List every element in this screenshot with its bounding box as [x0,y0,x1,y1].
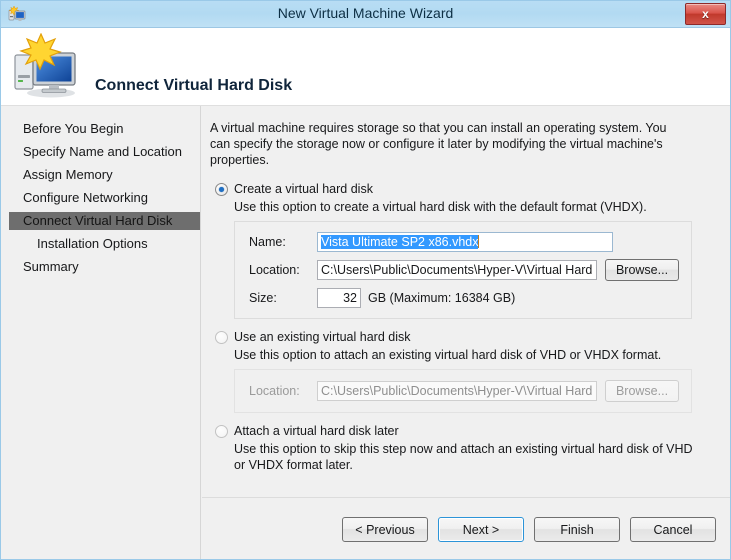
new-virtual-machine-wizard-window: New Virtual Machine Wizard x Connect Vir… [0,0,731,560]
wizard-header: Connect Virtual Hard Disk [1,28,730,106]
wizard-footer: < Previous Next > Finish Cancel [202,499,730,559]
existing-location-label: Location: [249,384,300,398]
option-attach-later-label[interactable]: Attach a virtual hard disk later [234,423,399,439]
option-attach-later-description: Use this option to skip this step now an… [234,442,693,472]
name-input-value: Vista Ultimate SP2 x86.vhdx [321,235,479,249]
existing-location-input: C:\Users\Public\Documents\Hyper-V\Virtua… [317,381,597,401]
size-input[interactable]: 32 [317,288,361,308]
size-maximum-text: GB (Maximum: 16384 GB) [368,291,516,305]
location-field-row: Location: C:\Users\Public\Documents\Hype… [249,259,679,281]
radio-use-existing-virtual-hard-disk[interactable] [215,331,228,344]
previous-button[interactable]: < Previous [342,517,428,542]
wizard-steps-sidebar: Before You Begin Specify Name and Locati… [1,106,201,559]
sidebar-item-summary[interactable]: Summary [1,258,200,276]
wizard-content: A virtual machine requires storage so th… [202,106,730,559]
name-input[interactable]: Vista Ultimate SP2 x86.vhdx [317,232,613,252]
cancel-button[interactable]: Cancel [630,517,716,542]
sidebar-item-specify-name-and-location[interactable]: Specify Name and Location [1,143,200,161]
sidebar-item-assign-memory[interactable]: Assign Memory [1,166,200,184]
option-create-description: Use this option to create a virtual hard… [234,200,647,214]
size-field-row: Size: 32 GB (Maximum: 16384 GB) [249,288,679,308]
finish-button[interactable]: Finish [534,517,620,542]
name-field-row: Name: Vista Ultimate SP2 x86.vhdx [249,232,679,252]
content-panel: A virtual machine requires storage so th… [202,106,730,498]
close-button[interactable]: x [685,3,726,25]
sidebar-item-configure-networking[interactable]: Configure Networking [1,189,200,207]
close-icon: x [702,7,709,21]
location-input[interactable]: C:\Users\Public\Documents\Hyper-V\Virtua… [317,260,597,280]
option-attach-later-row[interactable]: Attach a virtual hard disk later [210,423,714,439]
existing-disk-groupbox: Location: C:\Users\Public\Documents\Hype… [234,369,692,413]
create-disk-groupbox: Name: Vista Ultimate SP2 x86.vhdx Locati… [234,221,692,319]
radio-attach-disk-later[interactable] [215,425,228,438]
name-label: Name: [249,235,286,249]
location-label: Location: [249,263,300,277]
option-use-existing-disk-label[interactable]: Use an existing virtual hard disk [234,329,410,345]
wizard-body: Before You Begin Specify Name and Locati… [1,106,730,559]
sidebar-item-before-you-begin[interactable]: Before You Begin [1,120,200,138]
next-button[interactable]: Next > [438,517,524,542]
page-title: Connect Virtual Hard Disk [95,77,293,94]
option-create-virtual-hard-disk-label[interactable]: Create a virtual hard disk [234,181,373,197]
title-bar: New Virtual Machine Wizard x [1,1,730,28]
text-caret [478,235,480,248]
option-create-virtual-hard-disk-row[interactable]: Create a virtual hard disk [210,181,714,197]
option-use-existing-description: Use this option to attach an existing vi… [234,348,662,362]
sidebar-item-connect-virtual-hard-disk[interactable]: Connect Virtual Hard Disk [9,212,200,230]
option-use-existing-disk-row[interactable]: Use an existing virtual hard disk [210,329,714,345]
radio-create-virtual-hard-disk[interactable] [215,183,228,196]
existing-location-field-row: Location: C:\Users\Public\Documents\Hype… [249,380,679,402]
sidebar-item-installation-options[interactable]: Installation Options [1,235,200,253]
size-label: Size: [249,291,277,305]
browse-button[interactable]: Browse... [605,259,679,281]
new-computer-icon [14,33,76,98]
existing-browse-button: Browse... [605,380,679,402]
window-title: New Virtual Machine Wizard [277,5,454,21]
intro-text: A virtual machine requires storage so th… [210,121,667,167]
